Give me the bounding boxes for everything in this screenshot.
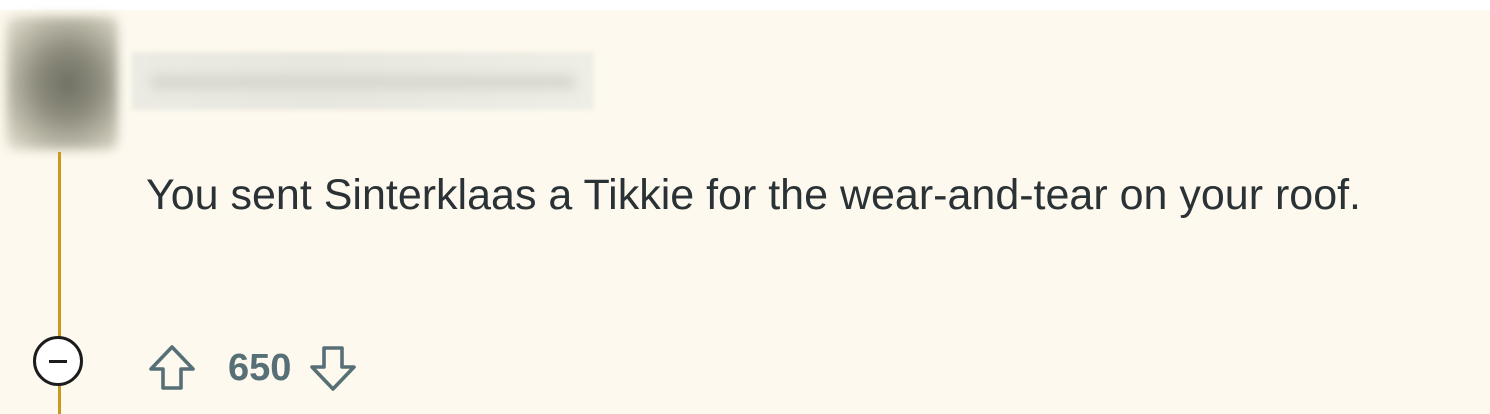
vote-count: 650 [228,346,292,389]
collapse-button[interactable] [33,336,83,386]
arrow-up-icon [149,345,195,390]
comment-card: You sent Sinterklaas a Tikkie for the we… [0,10,1490,414]
downvote-button[interactable] [305,340,361,396]
comment-body: You sent Sinterklaas a Tikkie for the we… [146,171,1362,219]
arrow-down-icon [310,346,357,391]
upvote-button[interactable] [144,340,200,396]
avatar[interactable] [6,16,118,150]
comment-actions: 650 [144,340,361,396]
username[interactable] [132,52,594,110]
minus-circle-icon [49,360,67,363]
